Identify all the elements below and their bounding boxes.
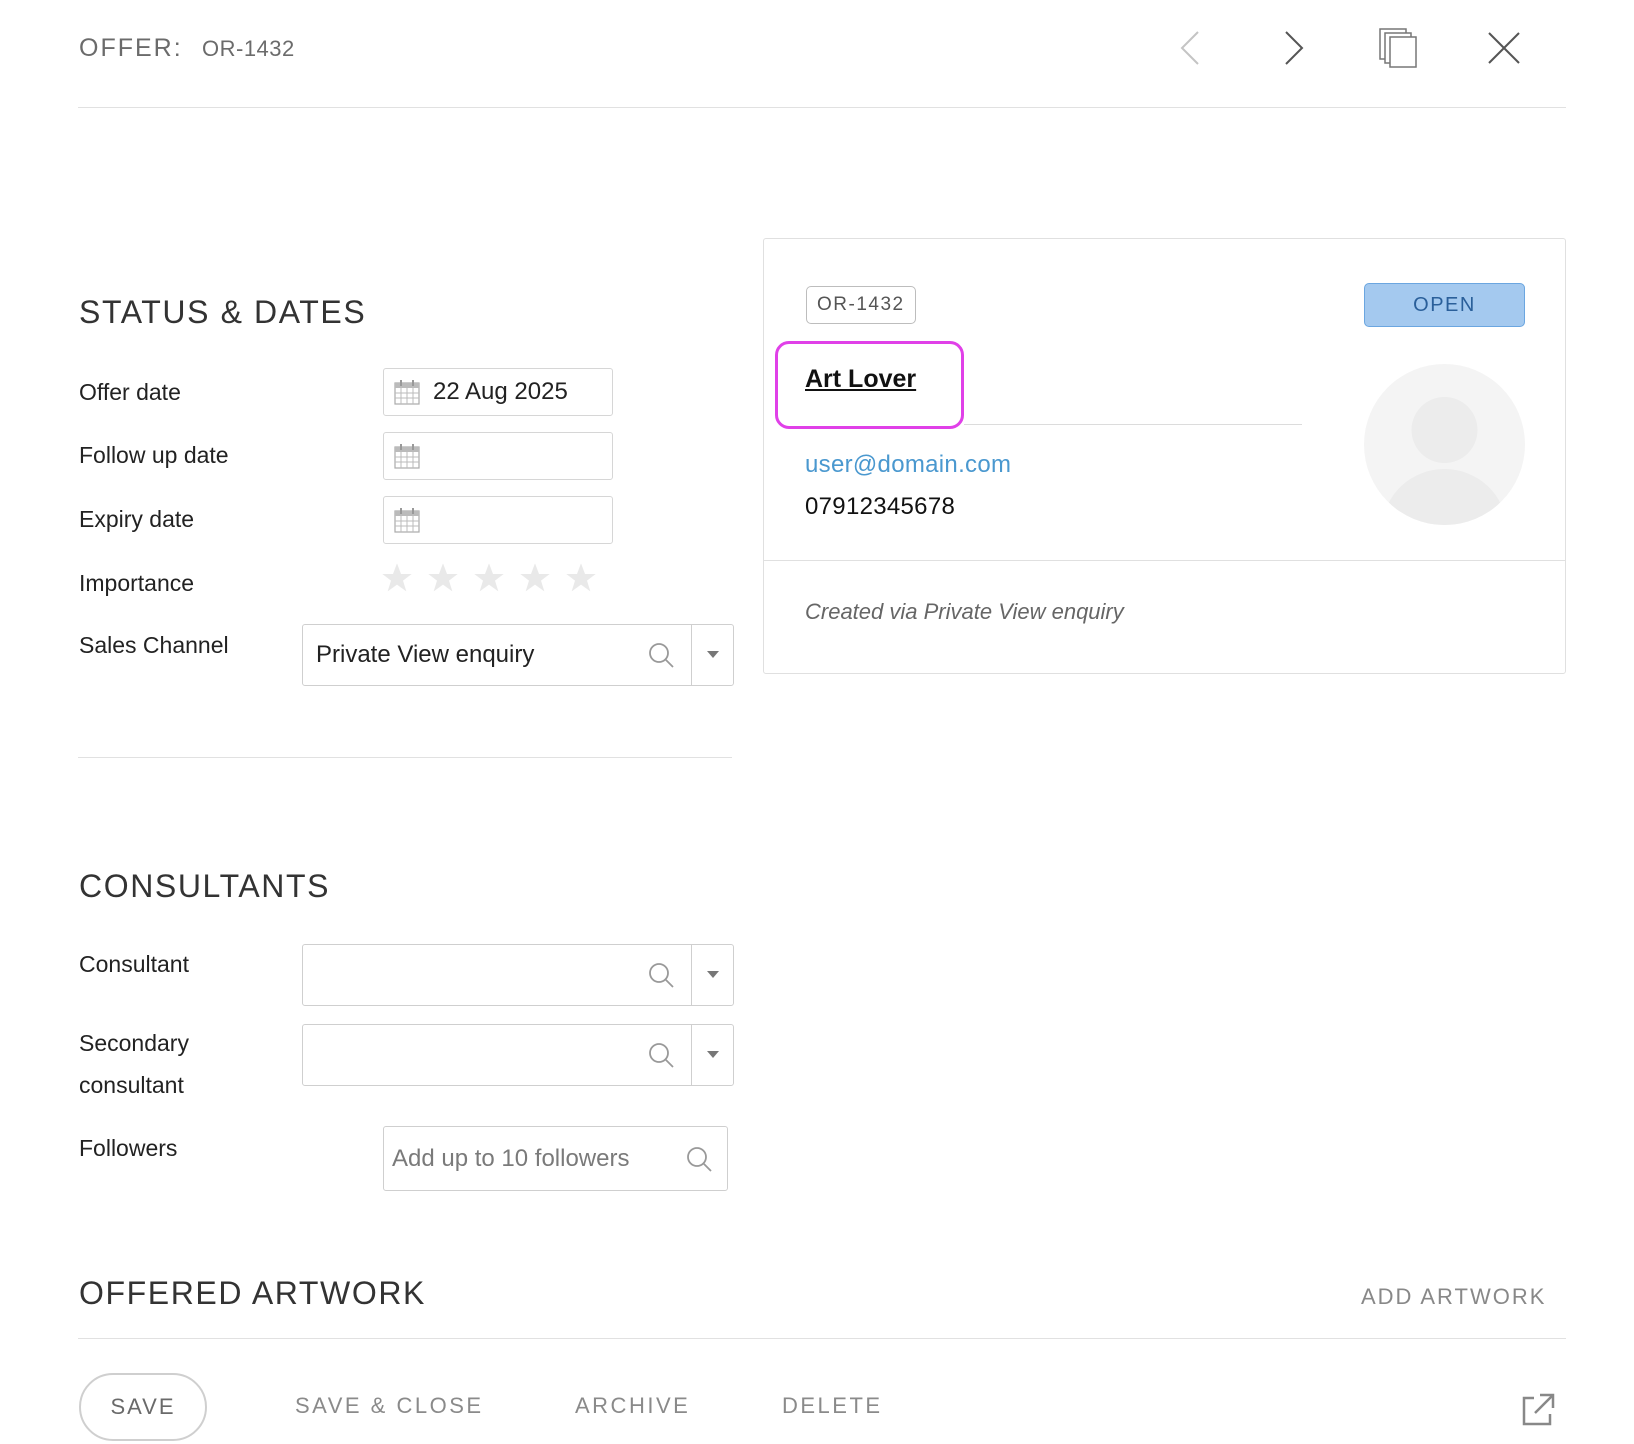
- card-divider-short: [964, 424, 1302, 425]
- external-link-button[interactable]: [1520, 1392, 1556, 1428]
- delete-button[interactable]: DELETE: [782, 1393, 883, 1419]
- offer-date-value: 22 Aug 2025: [433, 378, 568, 405]
- calendar-icon: [394, 380, 420, 405]
- followers-placeholder: Add up to 10 followers: [392, 1144, 630, 1172]
- client-name-link[interactable]: Art Lover: [805, 365, 916, 394]
- add-artwork-button[interactable]: ADD ARTWORK: [1361, 1284, 1546, 1310]
- status-badge[interactable]: OPEN: [1364, 283, 1525, 327]
- duplicate-button[interactable]: [1377, 26, 1421, 70]
- section-divider: [78, 757, 732, 758]
- chevron-right-icon: [1285, 31, 1304, 65]
- secondary-consultant-select[interactable]: [302, 1024, 734, 1086]
- offer-date-field[interactable]: 22 Aug 2025: [383, 368, 613, 416]
- chevron-down-icon[interactable]: [691, 945, 733, 1005]
- artwork-divider: [78, 1338, 1566, 1339]
- avatar: [1364, 364, 1525, 525]
- page-title-prefix: OFFER:: [79, 34, 183, 62]
- calendar-icon: [394, 508, 420, 533]
- next-button[interactable]: [1272, 26, 1316, 70]
- page-title-record-id: OR-1432: [202, 36, 295, 61]
- star-icon[interactable]: [565, 562, 597, 594]
- follow-up-date-label: Follow up date: [79, 442, 229, 468]
- consultant-label: Consultant: [79, 951, 189, 977]
- creation-note: Created via Private View enquiry: [805, 599, 1124, 624]
- client-card: OR-1432 OPEN Art Lover user@domain.com 0…: [763, 238, 1566, 674]
- search-icon[interactable]: [679, 1145, 719, 1173]
- card-divider: [764, 560, 1565, 561]
- secondary-consultant-label: Secondary consultant: [79, 1022, 189, 1106]
- sales-channel-label: Sales Channel: [79, 632, 229, 658]
- expiry-date-label: Expiry date: [79, 506, 195, 532]
- close-icon: [1488, 32, 1520, 64]
- followers-label: Followers: [79, 1135, 178, 1161]
- star-icon[interactable]: [473, 562, 505, 594]
- archive-button[interactable]: ARCHIVE: [575, 1393, 690, 1419]
- offered-artwork-heading: OFFERED ARTWORK: [79, 1275, 426, 1311]
- external-link-icon: [1522, 1393, 1555, 1426]
- search-icon[interactable]: [641, 961, 681, 989]
- consultant-select[interactable]: [302, 944, 734, 1006]
- star-icon[interactable]: [381, 562, 413, 594]
- chevron-down-icon[interactable]: [691, 1025, 733, 1085]
- sales-channel-select[interactable]: Private View enquiry: [302, 624, 734, 686]
- record-tag: OR-1432: [806, 286, 916, 324]
- chevron-left-icon: [1180, 31, 1199, 65]
- sales-channel-value: Private View enquiry: [316, 641, 535, 668]
- status-dates-heading: STATUS & DATES: [79, 294, 367, 330]
- star-icon[interactable]: [519, 562, 551, 594]
- close-button[interactable]: [1482, 26, 1526, 70]
- client-email-link[interactable]: user@domain.com: [805, 451, 1011, 479]
- chevron-down-icon[interactable]: [691, 625, 733, 685]
- importance-label: Importance: [79, 570, 195, 596]
- secondary-consultant-label-line1: Secondary: [79, 1030, 189, 1056]
- importance-rating: [381, 562, 597, 594]
- expiry-date-field[interactable]: [383, 496, 613, 544]
- save-close-button[interactable]: SAVE & CLOSE: [295, 1393, 484, 1419]
- search-icon[interactable]: [641, 1041, 681, 1069]
- search-icon[interactable]: [641, 641, 681, 669]
- secondary-consultant-label-line2: consultant: [79, 1072, 184, 1098]
- client-phone: 07912345678: [805, 493, 956, 520]
- calendar-icon: [394, 444, 420, 469]
- followers-input[interactable]: Add up to 10 followers: [383, 1126, 728, 1191]
- previous-button[interactable]: [1168, 26, 1212, 70]
- star-icon[interactable]: [427, 562, 459, 594]
- offer-date-label: Offer date: [79, 379, 181, 405]
- header-divider: [78, 107, 1566, 108]
- person-silhouette-icon: [1382, 397, 1507, 525]
- copy-icon: [1379, 28, 1417, 68]
- follow-up-date-field[interactable]: [383, 432, 613, 480]
- save-button[interactable]: SAVE: [79, 1373, 207, 1441]
- consultants-heading: CONSULTANTS: [79, 868, 331, 904]
